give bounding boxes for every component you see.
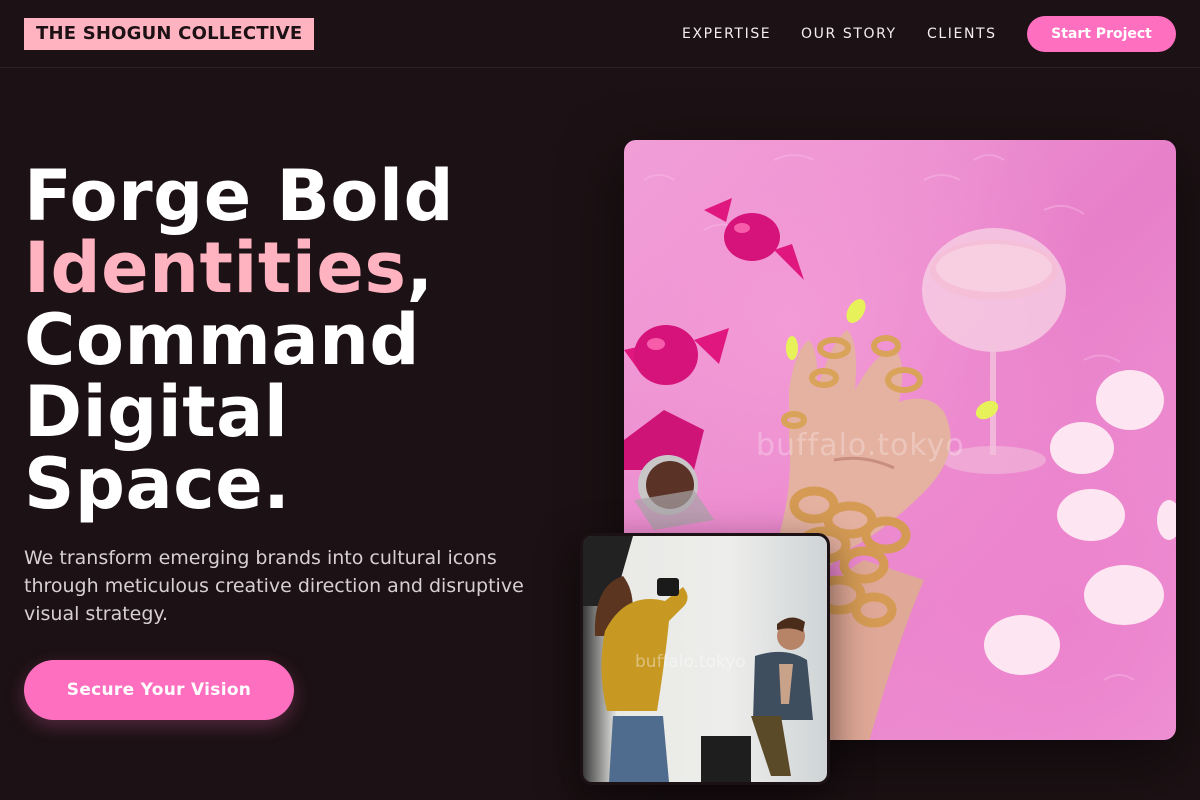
headline-line-4: Digital (24, 371, 289, 453)
candy-bottom-left (624, 410, 714, 530)
hero-subtext: We transform emerging brands into cultur… (24, 547, 524, 625)
start-project-button[interactable]: Start Project (1027, 16, 1176, 52)
headline-line-1: Forge Bold (24, 155, 455, 237)
candy-left (624, 325, 729, 385)
nav-link-clients[interactable]: CLIENTS (927, 24, 997, 44)
secure-vision-button[interactable]: Secure Your Vision (24, 660, 294, 720)
inset-photo-watermark: buffalo.tokyo (635, 652, 746, 672)
nav-link-expertise[interactable]: EXPERTISE (682, 24, 771, 44)
headline-accent-word: Identities (24, 227, 407, 309)
site-header: THE SHOGUN COLLECTIVE EXPERTISE OUR STOR… (0, 0, 1200, 68)
nav-link-our-story[interactable]: OUR STORY (801, 24, 897, 44)
hero-headline: Forge Bold Identities, Command Digital S… (24, 160, 584, 520)
headline-line-3: Command (24, 299, 421, 381)
headline-comma: , (406, 227, 434, 309)
hero-inset-photo: buffalo.tokyo (580, 533, 830, 785)
candy-top (704, 198, 804, 280)
headline-line-5: Space. (24, 443, 291, 525)
brand-logo[interactable]: THE SHOGUN COLLECTIVE (24, 18, 315, 50)
main-photo-watermark: buffalo.tokyo (756, 428, 965, 463)
petals (984, 370, 1176, 675)
